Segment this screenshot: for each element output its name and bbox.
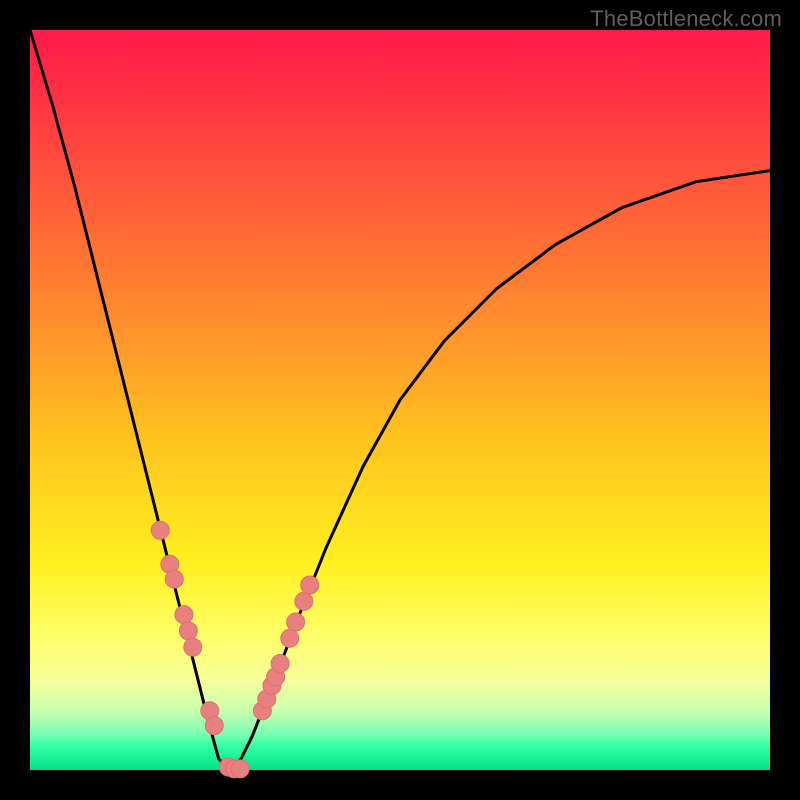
marker-dot	[175, 606, 193, 624]
bottleneck-curve	[30, 30, 770, 770]
marker-dot	[271, 654, 289, 672]
plot-area	[30, 30, 770, 770]
marker-dot	[165, 570, 183, 588]
watermark-text: TheBottleneck.com	[590, 6, 782, 32]
outer-frame: TheBottleneck.com	[0, 0, 800, 800]
chart-svg	[30, 30, 770, 770]
marker-dot	[281, 629, 299, 647]
marker-dot	[287, 613, 305, 631]
marker-dot	[205, 717, 223, 735]
marker-dot	[179, 622, 197, 640]
marker-group	[151, 521, 318, 778]
marker-dot	[231, 760, 249, 778]
marker-dot	[295, 592, 313, 610]
marker-dot	[184, 638, 202, 656]
marker-dot	[151, 521, 169, 539]
marker-dot	[301, 576, 319, 594]
